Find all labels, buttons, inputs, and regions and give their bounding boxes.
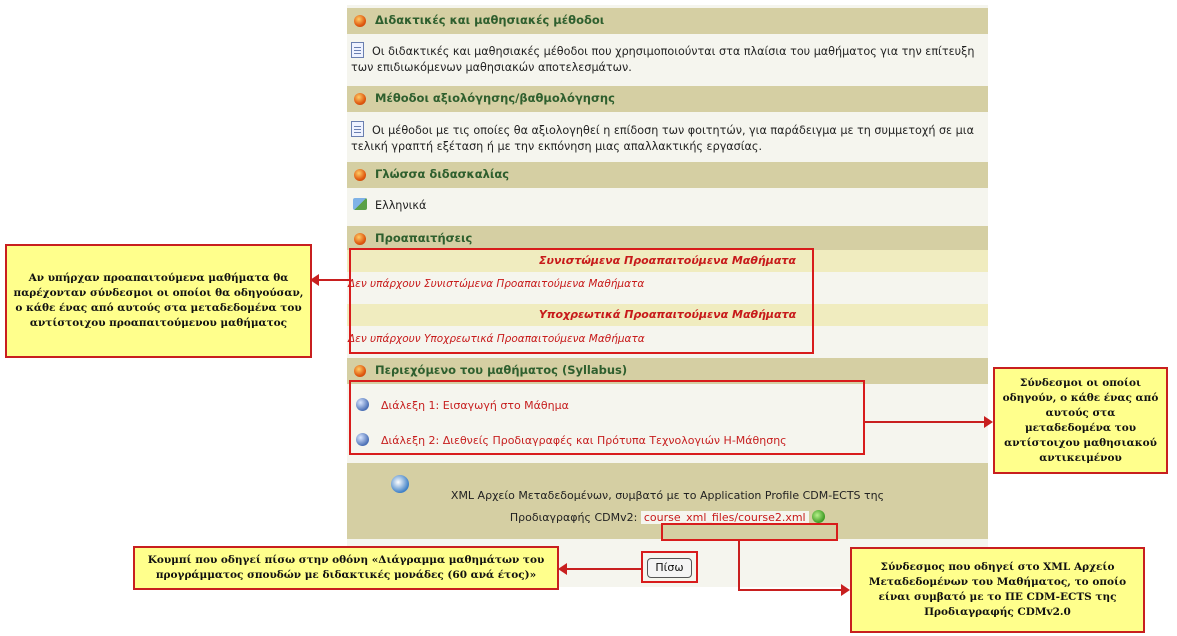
language-icon: [353, 198, 367, 210]
section-title: Περιεχόμενο του μαθήματος (Syllabus): [375, 363, 628, 377]
xml-connector-horizontal: [738, 589, 842, 591]
document-icon: [351, 42, 364, 58]
section-header-language: Γλώσσα διδασκαλίας: [347, 162, 988, 188]
assessment-text-block: Οι μέθοδοι με τις οποίες θα αξιολογηθεί …: [351, 121, 981, 155]
back-arrowhead: [558, 563, 567, 575]
section-title: Προαπαιτήσεις: [375, 231, 473, 245]
prereq-annotation-note: Αν υπήρχαν προαπαιτούμενα μαθήματα θα πα…: [5, 244, 312, 358]
bullet-icon: [354, 169, 366, 181]
methods-text-block: Οι διδακτικές και μαθησιακές μέθοδοι που…: [351, 42, 981, 76]
syllabus-arrowhead: [984, 416, 993, 428]
syllabus-highlight-box: [349, 380, 865, 455]
back-annotation-note: Κουμπί που οδηγεί πίσω στην οθόνη «Διάγρ…: [133, 546, 559, 590]
xml-connector-vertical: [738, 541, 740, 590]
xml-text-line2-row: Προδιαγραφής CDMv2: course_xml_files/cou…: [347, 510, 988, 524]
section-title: Διδακτικές και μαθησιακές μέθοδοι: [375, 13, 605, 27]
section-header-methods: Διδακτικές και μαθησιακές μέθοδοι: [347, 8, 988, 34]
prereq-connector-line: [318, 279, 349, 281]
methods-text: Οι διδακτικές και μαθησιακές μέθοδοι που…: [351, 45, 975, 74]
back-connector-line: [566, 568, 641, 570]
section-title: Μέθοδοι αξιολόγησης/βαθμολόγησης: [375, 91, 615, 105]
xml-arrowhead: [841, 584, 850, 596]
prereq-highlight-box: [349, 248, 814, 354]
syllabus-connector-line: [865, 421, 986, 423]
bullet-icon: [354, 233, 366, 245]
xml-annotation-note: Σύνδεσμος που οδηγεί στο XML Αρχείο Μετα…: [850, 547, 1145, 633]
go-arrow-icon[interactable]: [812, 510, 826, 523]
xml-text-line1: XML Αρχείο Μεταδεδομένων, συμβατό με το …: [450, 489, 885, 502]
section-header-assessment: Μέθοδοι αξιολόγησης/βαθμολόγησης: [347, 86, 988, 112]
language-row: Ελληνικά: [353, 198, 983, 214]
document-icon: [351, 121, 364, 137]
back-button-highlight-box: [641, 551, 698, 583]
section-title: Γλώσσα διδασκαλίας: [375, 167, 510, 181]
xml-text-line2: Προδιαγραφής CDMv2:: [509, 511, 638, 524]
xml-link-highlight-box: [661, 523, 838, 541]
bullet-icon: [354, 15, 366, 27]
syllabus-annotation-note: Σύνδεσμοι οι οποίοι οδηγούν, ο κάθε ένας…: [993, 367, 1168, 474]
bullet-icon: [354, 365, 366, 377]
bullet-icon: [354, 93, 366, 105]
language-value: Ελληνικά: [375, 199, 427, 212]
assessment-text: Οι μέθοδοι με τις οποίες θα αξιολογηθεί …: [351, 124, 974, 153]
